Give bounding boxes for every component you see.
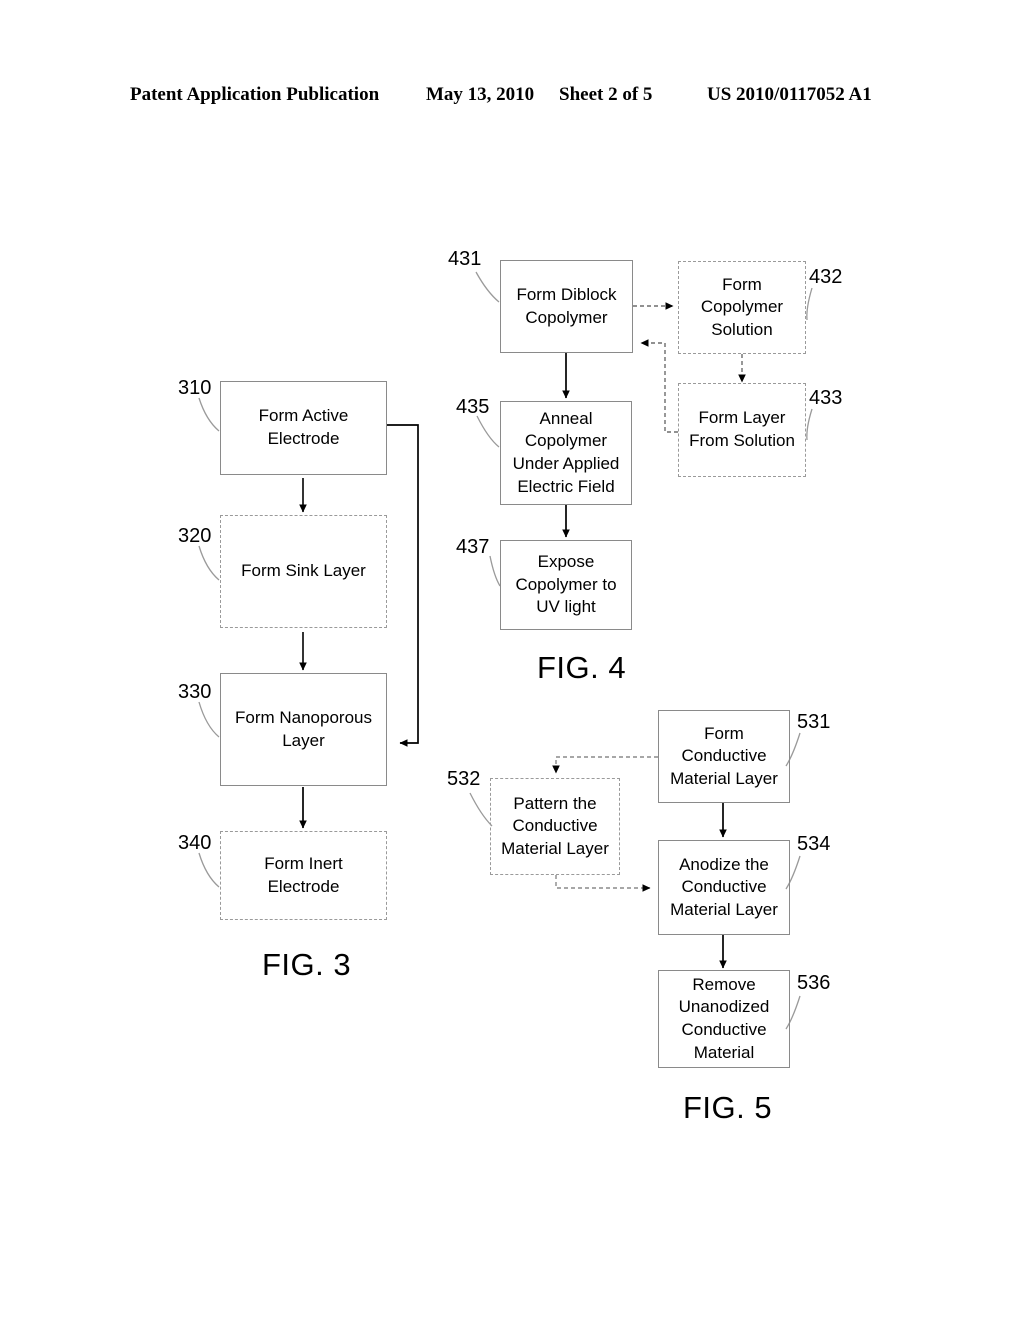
fig3-box-330[interactable]: Form Nanoporous Layer (220, 673, 387, 786)
fig4-box-432[interactable]: Form Copolymer Solution (678, 261, 806, 354)
fig3-refnum-310: 310 (178, 377, 212, 399)
fig3-path-310-to-330 (387, 424, 419, 747)
fig3-leader-330 (198, 701, 220, 738)
fig5-leader-532 (469, 792, 493, 827)
fig5-caption: FIG. 5 (683, 1090, 773, 1125)
fig3-box-320[interactable]: Form Sink Layer (220, 515, 387, 628)
fig4-refnum-435: 435 (456, 396, 490, 418)
fig5-refnum-531: 531 (797, 711, 831, 733)
fig3-caption: FIG. 3 (262, 947, 352, 982)
fig4-refnum-432: 432 (809, 266, 843, 288)
fig3-leader-320 (198, 545, 220, 581)
fig4-box-437[interactable]: Expose Copolymer to UV light (500, 540, 632, 630)
fig4-leader-437 (489, 555, 501, 587)
fig4-leader-435 (476, 415, 500, 448)
fig4-refnum-437: 437 (456, 536, 490, 558)
fig5-path-531-to-532 (552, 756, 658, 774)
fig4-leader-432 (806, 287, 813, 321)
fig5-box-536[interactable]: Remove Unanodized Conductive Material (658, 970, 790, 1068)
fig5-box-531[interactable]: Form Conductive Material Layer (658, 710, 790, 803)
fig4-box-433[interactable]: Form Layer From Solution (678, 383, 806, 477)
fig3-refnum-320: 320 (178, 525, 212, 547)
fig5-box-534[interactable]: Anodize the Conductive Material Layer (658, 840, 790, 935)
fig4-box-435[interactable]: Anneal Copolymer Under Applied Electric Fie… (500, 401, 632, 505)
fig3-leader-310 (198, 397, 220, 432)
fig3-refnum-340: 340 (178, 832, 212, 854)
fig5-refnum-534: 534 (797, 833, 831, 855)
fig4-refnum-431: 431 (448, 248, 482, 270)
fig4-leader-431 (475, 271, 500, 303)
fig4-caption: FIG. 4 (537, 650, 627, 685)
fig4-leader-433 (806, 408, 813, 441)
fig3-box-310[interactable]: Form Active Electrode (220, 381, 387, 475)
fig5-refnum-532: 532 (447, 768, 481, 790)
fig5-box-532[interactable]: Pattern the Conductive Material Layer (490, 778, 620, 875)
fig3-refnum-330: 330 (178, 681, 212, 703)
fig4-box-431[interactable]: Form Diblock Copolymer (500, 260, 633, 353)
fig4-path-433-to-431 (640, 339, 678, 433)
fig5-refnum-536: 536 (797, 972, 831, 994)
fig3-box-340[interactable]: Form Inert Electrode (220, 831, 387, 920)
fig4-refnum-433: 433 (809, 387, 843, 409)
fig5-path-532-to-534 (555, 875, 651, 892)
patent-drawing-canvas (198, 271, 813, 1030)
fig3-leader-340 (198, 852, 220, 888)
